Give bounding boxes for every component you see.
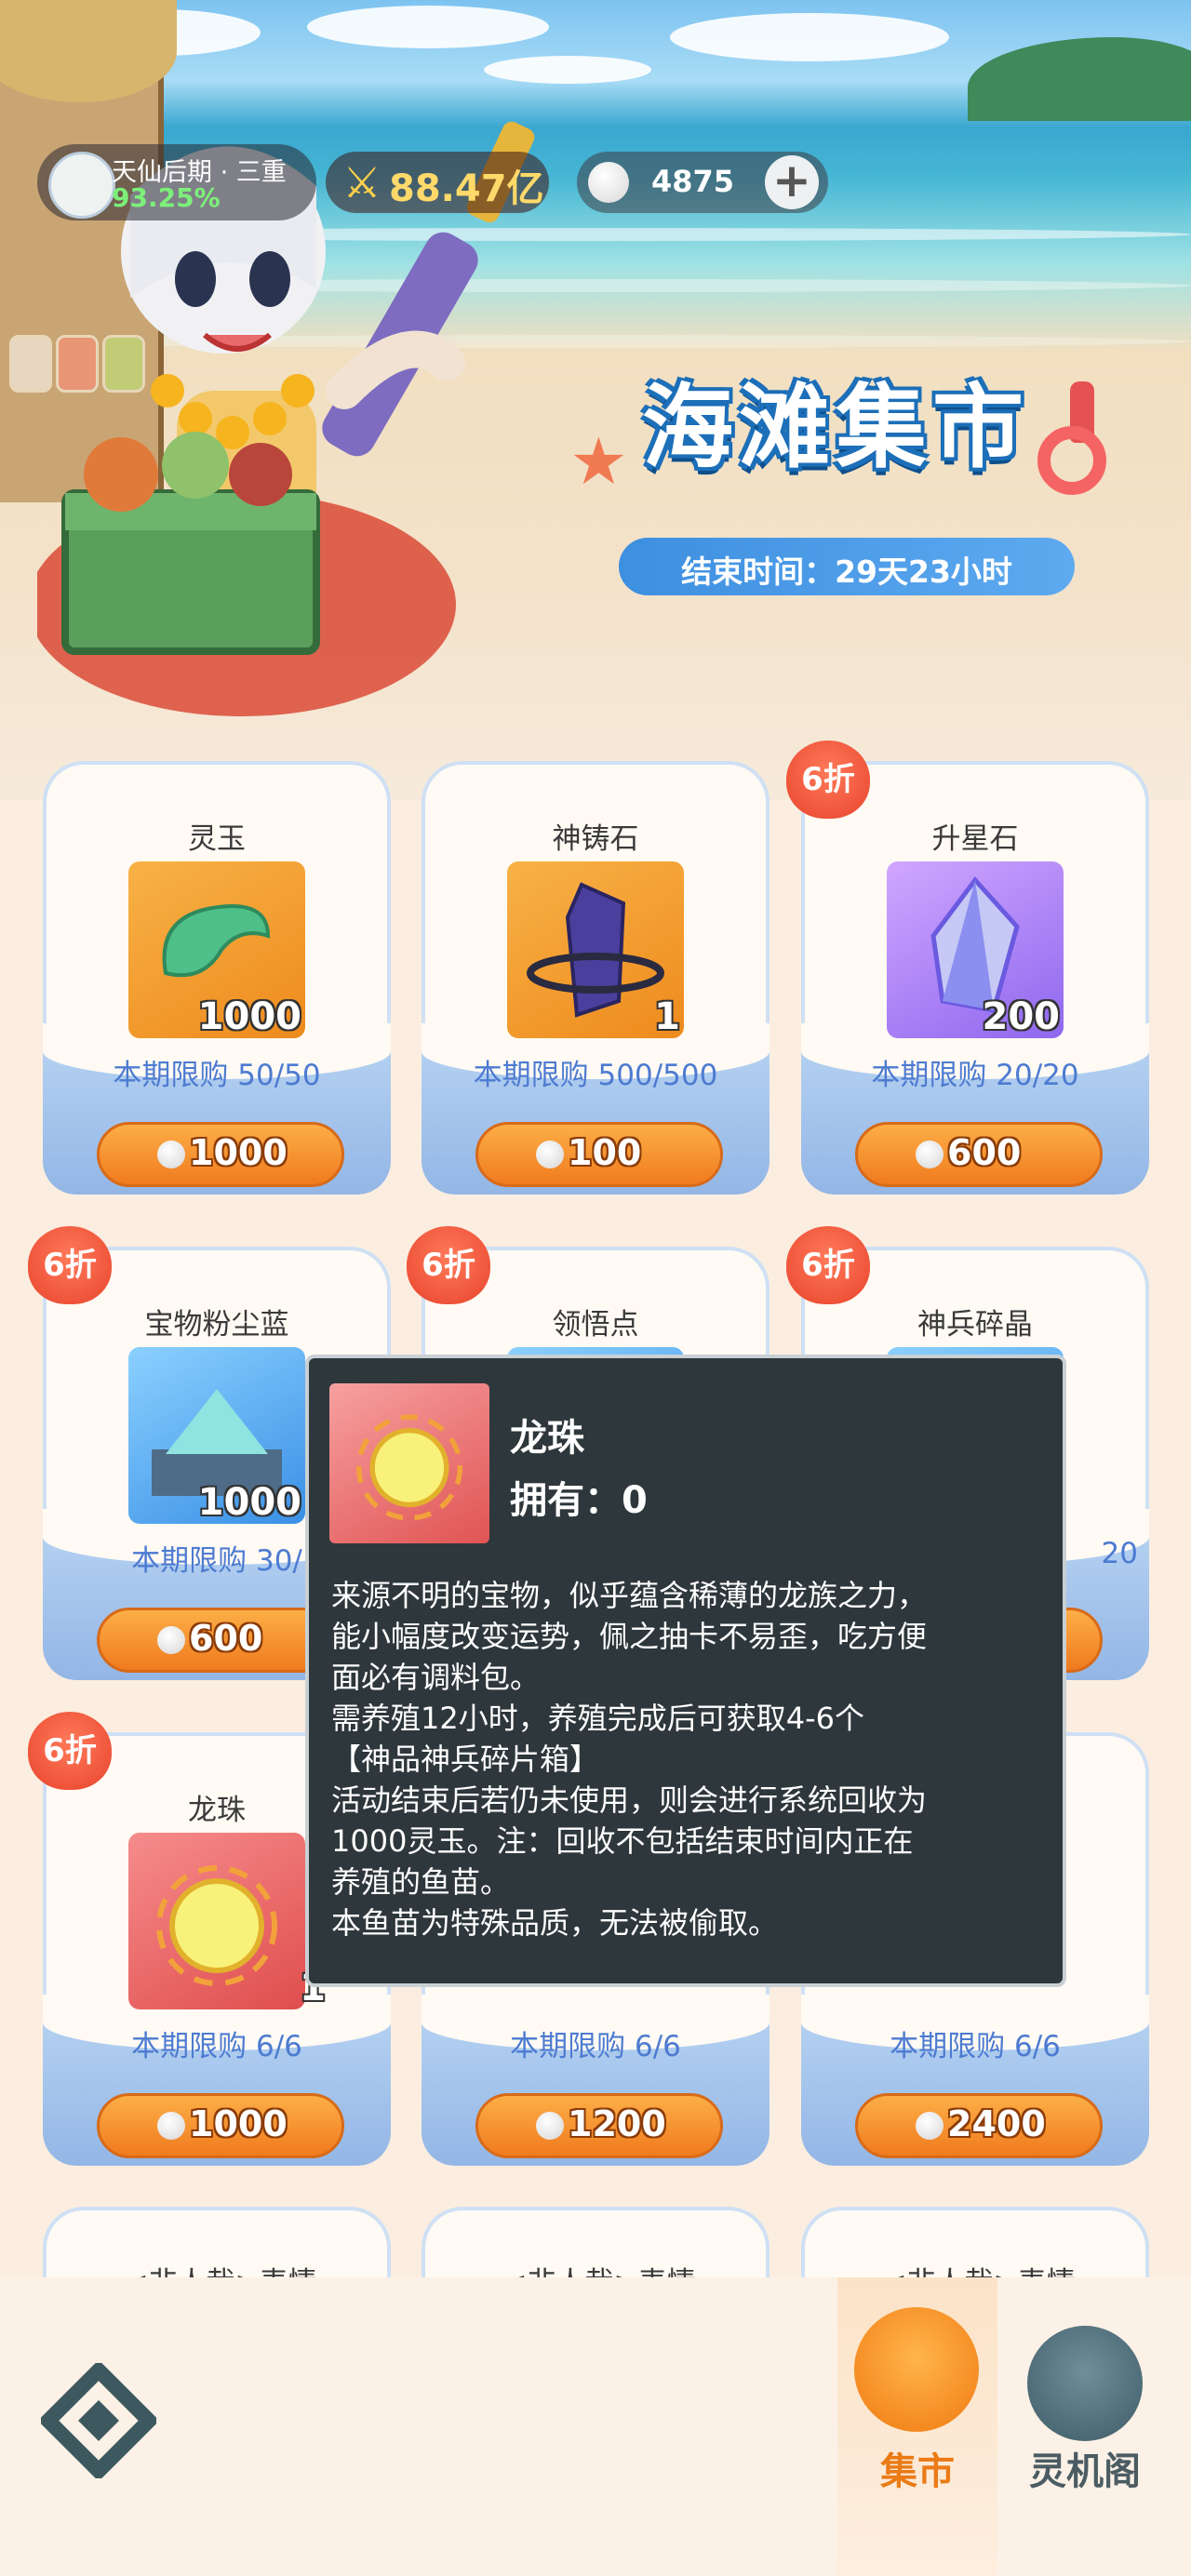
item-count: 200 bbox=[982, 995, 1061, 1038]
shop-item-card[interactable]: 神铸石 1 本期限购 500/500 100 bbox=[422, 761, 769, 1204]
item-name: 宝物粉尘蓝 bbox=[144, 1308, 289, 1341]
menu-icon[interactable] bbox=[41, 2363, 156, 2478]
event-title: 海滩集市 bbox=[642, 375, 1030, 481]
buy-button[interactable]: 100 bbox=[475, 1122, 723, 1187]
purchase-limit: 本期限购 6/6 bbox=[131, 2030, 302, 2063]
add-currency-button[interactable]: + bbox=[765, 155, 819, 209]
pearl-currency-icon bbox=[157, 1141, 185, 1168]
tooltip-owned: 拥有：0 bbox=[510, 1479, 648, 1522]
tab-pavilion-label[interactable]: 灵机阁 bbox=[1005, 2441, 1165, 2495]
purchase-limit: 本期限购 500/500 bbox=[473, 1059, 718, 1092]
discount-badge: 6折 bbox=[28, 1226, 112, 1304]
description-line: 需养殖12小时，养殖完成后可获取4-6个 bbox=[331, 1701, 864, 1736]
item-name: 神铸石 bbox=[552, 822, 639, 856]
pearl-currency-icon bbox=[588, 162, 629, 203]
combat-power-value: 88.47亿 bbox=[389, 167, 544, 210]
price: 1000 bbox=[189, 2103, 288, 2144]
discount-badge: 6折 bbox=[786, 741, 870, 819]
item-name: 升星石 bbox=[931, 822, 1019, 856]
pavilion-icon[interactable] bbox=[1027, 2326, 1143, 2441]
realm-avatar-icon bbox=[48, 152, 115, 219]
shop-item-card[interactable]: 灵玉 1000 本期限购 50/50 1000 bbox=[43, 761, 391, 1204]
price: 600 bbox=[189, 1618, 263, 1659]
buy-button[interactable]: 1200 bbox=[475, 2093, 723, 2158]
buy-button[interactable]: 600 bbox=[855, 1122, 1103, 1187]
tooltip-item-name: 龙珠 bbox=[510, 1417, 584, 1460]
tooltip-description: 来源不明的宝物，似乎蕴含稀薄的龙族之力， 能小幅度改变运势，佩之抽卡不易歪，吃方… bbox=[331, 1575, 1048, 1943]
description-line: 本鱼苗为特殊品质，无法被偷取。 bbox=[331, 1905, 779, 1941]
item-name: 灵玉 bbox=[188, 822, 246, 856]
price: 1200 bbox=[568, 2103, 666, 2144]
end-time-text: 结束时间：29天23小时 bbox=[681, 554, 1012, 590]
item-name: 领悟点 bbox=[552, 1308, 639, 1341]
bottom-nav bbox=[0, 2277, 1191, 2576]
price: 100 bbox=[568, 1132, 642, 1173]
purchase-limit: 本期限购 6/6 bbox=[510, 2030, 681, 2063]
description-line: 【神品神兵碎片箱】 bbox=[331, 1742, 600, 1777]
item-count: 1000 bbox=[197, 1481, 301, 1524]
purchase-limit: 20 bbox=[1101, 1537, 1138, 1570]
market-icon[interactable] bbox=[854, 2307, 979, 2432]
discount-badge: 6折 bbox=[28, 1712, 112, 1790]
tab-market-label[interactable]: 集市 bbox=[837, 2441, 997, 2495]
buy-button[interactable]: 1000 bbox=[97, 1122, 344, 1187]
buy-button[interactable]: 1000 bbox=[97, 2093, 344, 2158]
price: 2400 bbox=[947, 2103, 1046, 2144]
pearl-currency-icon bbox=[157, 1626, 185, 1654]
starfish-icon: ★ bbox=[569, 423, 628, 500]
price: 600 bbox=[947, 1132, 1022, 1173]
lifebuoy-icon bbox=[1037, 426, 1106, 495]
description-line: 面必有调料包。 bbox=[331, 1660, 541, 1695]
purchase-limit: 本期限购 6/6 bbox=[890, 2030, 1061, 2063]
dragon-pearl-icon[interactable] bbox=[128, 1833, 305, 2009]
buy-button[interactable]: 2400 bbox=[855, 2093, 1103, 2158]
description-line: 能小幅度改变运势，佩之抽卡不易歪，吃方便 bbox=[331, 1619, 928, 1654]
description-line: 活动结束后若仍未使用，则会进行系统回收为 bbox=[331, 1782, 928, 1818]
discount-badge: 6折 bbox=[786, 1226, 870, 1304]
pearl-currency-icon bbox=[157, 2112, 185, 2140]
shop-item-card[interactable]: 6折 升星石 200 本期限购 20/20 600 bbox=[786, 741, 1149, 1204]
description-line: 1000灵玉。注：回收不包括结束时间内正在 bbox=[331, 1823, 914, 1859]
shop-item-card[interactable]: <非人哉>表情 bbox=[801, 2207, 1149, 2277]
item-name: 神兵碎晶 bbox=[917, 1308, 1033, 1341]
pearl-currency-icon bbox=[536, 2112, 564, 2140]
crossed-swords-icon: ⚔ bbox=[342, 157, 381, 207]
item-name: <非人哉>表情 bbox=[425, 2259, 766, 2277]
pearl-currency-icon bbox=[916, 1141, 943, 1168]
item-name: <非人哉>表情 bbox=[47, 2259, 387, 2277]
description-line: 养殖的鱼苗。 bbox=[331, 1864, 511, 1900]
price: 1000 bbox=[189, 1132, 288, 1173]
currency-amount: 4875 bbox=[651, 164, 735, 199]
pearl-currency-icon bbox=[536, 1141, 564, 1168]
discount-badge: 6折 bbox=[407, 1226, 490, 1304]
purchase-limit: 本期限购 20/20 bbox=[871, 1059, 1079, 1092]
description-line: 来源不明的宝物，似乎蕴含稀薄的龙族之力， bbox=[331, 1578, 928, 1613]
item-name: <非人哉>表情 bbox=[805, 2259, 1145, 2277]
item-count: 1 bbox=[654, 995, 680, 1038]
purchase-limit: 本期限购 50/50 bbox=[113, 1059, 321, 1092]
dragon-pearl-icon bbox=[329, 1383, 489, 1543]
shop-item-card[interactable]: <非人哉>表情 bbox=[422, 2207, 769, 2277]
shop-item-card[interactable]: <非人哉>表情 bbox=[43, 2207, 391, 2277]
realm-progress: 93.25% bbox=[112, 182, 221, 213]
item-count: 1000 bbox=[197, 995, 301, 1038]
pearl-currency-icon bbox=[916, 2112, 943, 2140]
